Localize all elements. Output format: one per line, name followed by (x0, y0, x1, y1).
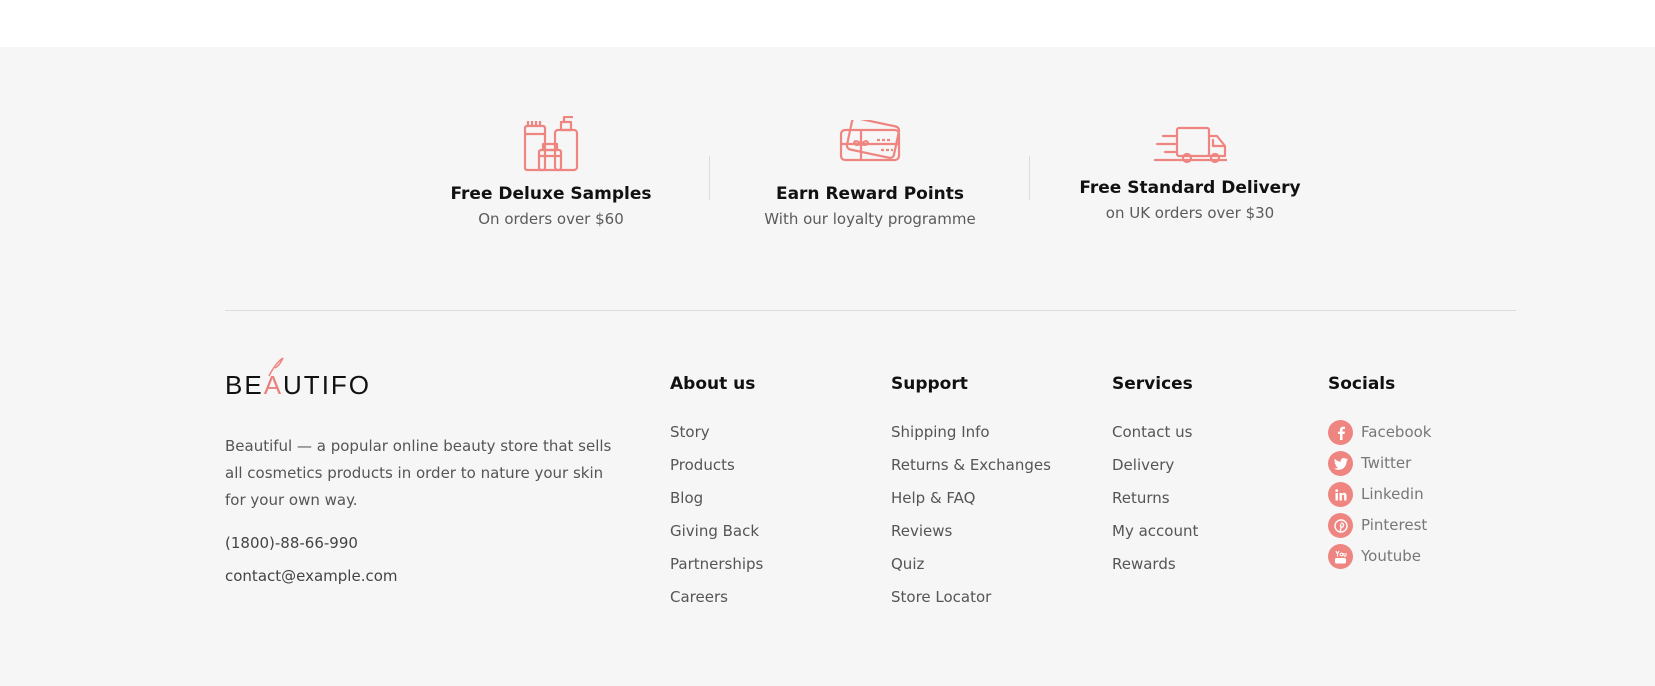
feature-free-delivery: Free Standard Delivery on UK orders over… (1030, 126, 1350, 222)
feature-subtitle: on UK orders over $30 (1105, 204, 1275, 222)
footer-link-careers[interactable]: Careers (670, 587, 763, 620)
brand-logo[interactable]: BEAUTIFO (225, 357, 372, 401)
footer-divider (225, 310, 1516, 311)
feature-free-samples: Free Deluxe Samples On orders over $60 (391, 116, 711, 228)
footer-link-my-account[interactable]: My account (1112, 521, 1198, 554)
social-label: Twitter (1361, 454, 1412, 472)
footer-link-reviews[interactable]: Reviews (891, 521, 1051, 554)
feature-title: Free Deluxe Samples (450, 184, 652, 204)
feature-title: Earn Reward Points (775, 184, 965, 204)
feature-subtitle: On orders over $60 (478, 210, 624, 228)
social-label: Linkedin (1361, 485, 1424, 503)
cosmetics-bottles-icon (523, 116, 579, 172)
footer-link-giving-back[interactable]: Giving Back (670, 521, 763, 554)
facebook-icon (1328, 420, 1353, 445)
social-link-twitter[interactable]: Twitter (1328, 451, 1431, 484)
footer-link-blog[interactable]: Blog (670, 488, 763, 521)
social-label: Facebook (1361, 423, 1432, 441)
pinterest-icon (1328, 513, 1353, 538)
contact-email[interactable]: contact@example.com (225, 567, 398, 585)
footer-link-delivery[interactable]: Delivery (1112, 455, 1198, 488)
social-link-pinterest[interactable]: Pinterest (1328, 513, 1431, 546)
feature-title: Free Standard Delivery (1079, 178, 1301, 198)
leaf-icon (268, 357, 284, 377)
linkedin-icon (1328, 482, 1353, 507)
footer-column-socials: Socials Facebook Twitter Linkedin Pinter… (1328, 374, 1431, 577)
column-title: Services (1112, 374, 1193, 394)
footer-link-quiz[interactable]: Quiz (891, 554, 1051, 587)
footer-column-services: Services Contact us Delivery Returns My … (1112, 374, 1198, 587)
social-label: Youtube (1361, 547, 1421, 565)
footer-link-partnerships[interactable]: Partnerships (670, 554, 763, 587)
gift-card-icon (839, 120, 901, 162)
footer-link-story[interactable]: Story (670, 422, 763, 455)
footer-link-rewards[interactable]: Rewards (1112, 554, 1198, 587)
column-title: About us (670, 374, 756, 394)
social-label: Pinterest (1361, 516, 1428, 534)
youtube-icon (1328, 544, 1353, 569)
feature-subtitle: With our loyalty programme (764, 210, 976, 228)
footer-link-products[interactable]: Products (670, 455, 763, 488)
footer-link-shipping-info[interactable]: Shipping Info (891, 422, 1051, 455)
column-title: Support (891, 374, 968, 394)
logo-text: BE (225, 370, 264, 400)
footer-link-returns-exchanges[interactable]: Returns & Exchanges (891, 455, 1051, 488)
contact-phone[interactable]: (1800)-88-66-990 (225, 534, 358, 552)
column-title: Socials (1328, 374, 1396, 394)
footer-link-returns[interactable]: Returns (1112, 488, 1198, 521)
social-link-youtube[interactable]: Youtube (1328, 544, 1431, 577)
footer-column-support: Support Shipping Info Returns & Exchange… (891, 374, 1051, 620)
twitter-icon (1328, 451, 1353, 476)
social-link-linkedin[interactable]: Linkedin (1328, 482, 1431, 515)
feature-reward-points: Earn Reward Points With our loyalty prog… (710, 120, 1030, 228)
social-link-facebook[interactable]: Facebook (1328, 420, 1432, 453)
logo-text: UTIFO (283, 370, 372, 400)
brand-description: Beautiful — a popular online beauty stor… (225, 437, 612, 509)
footer-link-store-locator[interactable]: Store Locator (891, 587, 1051, 620)
footer-column-about: About us Story Products Blog Giving Back… (670, 374, 763, 620)
footer-link-contact-us[interactable]: Contact us (1112, 422, 1198, 455)
delivery-truck-icon (1153, 126, 1227, 164)
footer-link-help-faq[interactable]: Help & FAQ (891, 488, 1051, 521)
